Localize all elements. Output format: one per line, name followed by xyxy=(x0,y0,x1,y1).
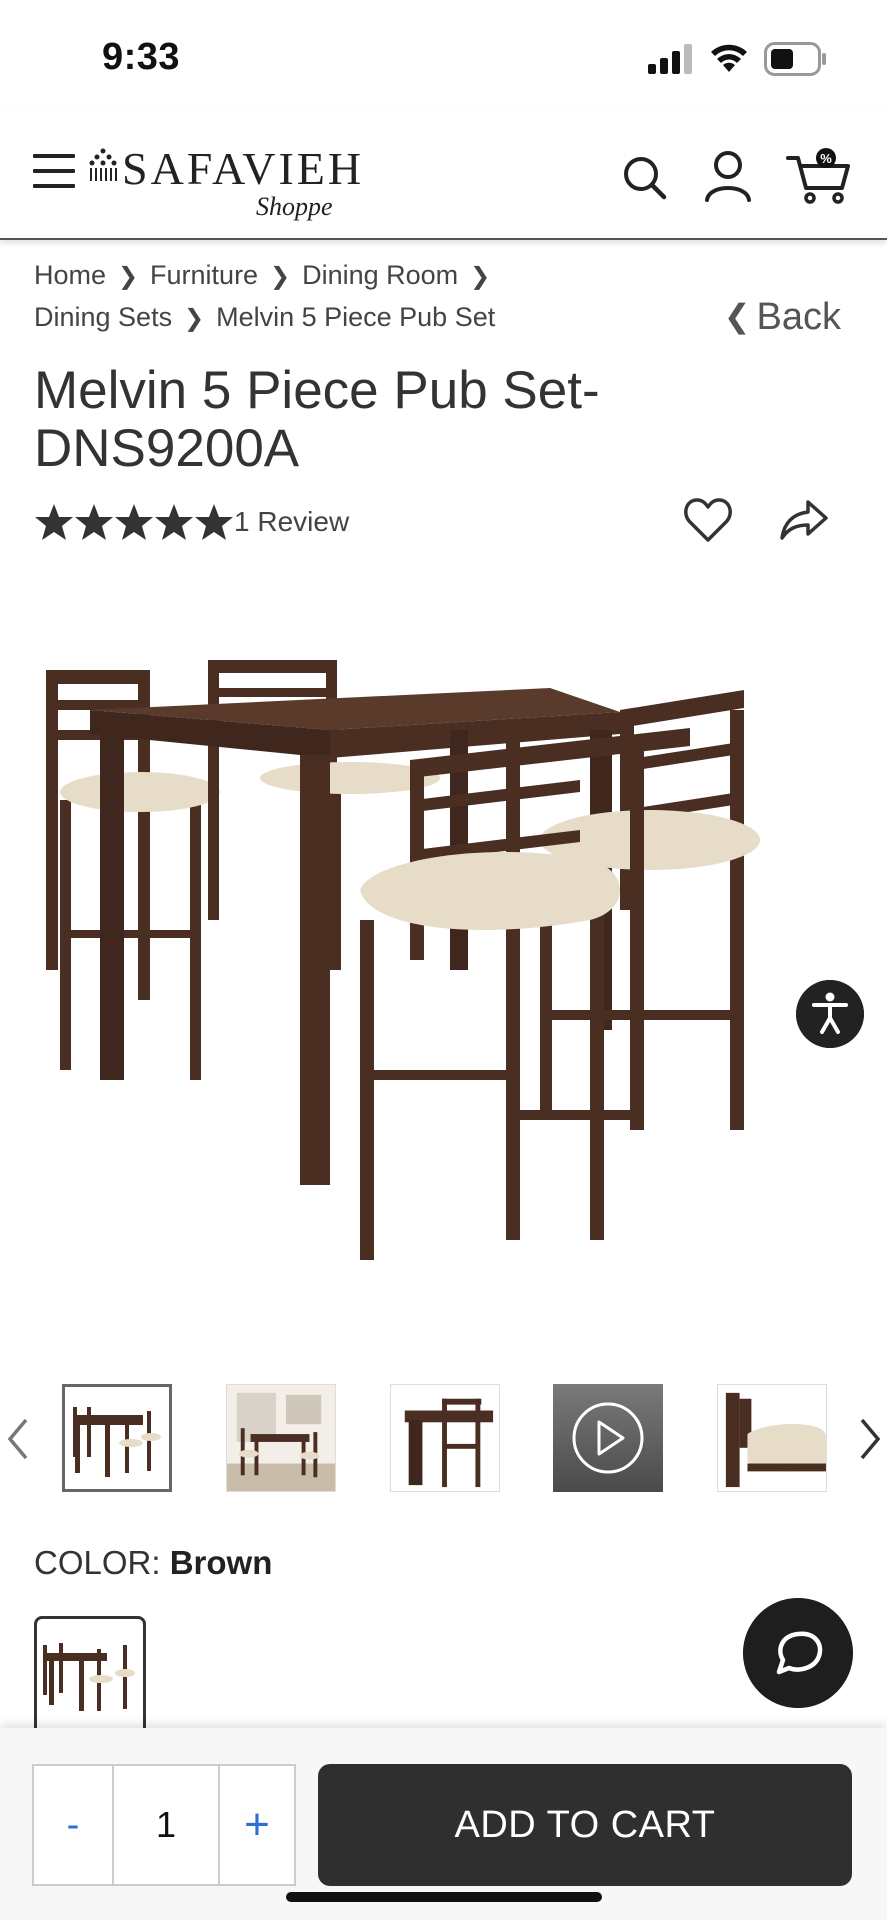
status-bar: 9:33 xyxy=(0,0,887,110)
chevron-right-icon: ❯ xyxy=(470,263,491,290)
search-icon[interactable] xyxy=(620,148,670,204)
logo-mark-icon xyxy=(89,148,117,181)
product-title-line2: DNS9200A xyxy=(34,419,300,478)
breadcrumb-current: Melvin 5 Piece Pub Set xyxy=(216,302,496,332)
chat-icon[interactable] xyxy=(743,1598,853,1708)
chevron-left-icon: ❮ xyxy=(723,298,751,334)
accessibility-icon[interactable] xyxy=(796,980,864,1048)
product-title: Melvin 5 Piece Pub Set- DNS9200A xyxy=(34,362,834,478)
thumbnail-2[interactable] xyxy=(226,1384,336,1492)
safavieh-logo[interactable]: SAFAVIEH Shoppe xyxy=(88,134,361,224)
logo-subtext: Shoppe xyxy=(256,192,333,221)
swatch-image xyxy=(43,1643,135,1711)
share-icon[interactable] xyxy=(778,496,830,544)
color-selector-label: COLOR: Brown xyxy=(34,1544,272,1582)
thumbnail-image xyxy=(725,1392,826,1488)
chevron-right-icon: ❯ xyxy=(270,263,291,290)
menu-icon[interactable] xyxy=(33,154,75,190)
chevron-right-icon[interactable] xyxy=(856,1414,886,1464)
thumbnail-video[interactable] xyxy=(553,1384,663,1492)
breadcrumb-dining-room[interactable]: Dining Room xyxy=(302,255,458,295)
battery-icon xyxy=(764,42,826,76)
product-title-line1: Melvin 5 Piece Pub Set- xyxy=(34,361,600,420)
star-icon xyxy=(195,504,233,540)
increase-quantity-button[interactable]: + xyxy=(220,1766,294,1884)
status-time: 9:33 xyxy=(102,36,181,78)
star-icon xyxy=(155,504,193,540)
thumbnail-3[interactable] xyxy=(390,1384,500,1492)
user-icon[interactable] xyxy=(703,148,753,204)
breadcrumb: Home ❯ Furniture ❯ Dining Room ❯ Dining Sets ❯… xyxy=(34,255,724,339)
color-label: COLOR: xyxy=(34,1544,161,1581)
review-count[interactable]: 1 Review xyxy=(234,506,349,538)
product-rating[interactable]: 1 Review xyxy=(34,502,349,542)
thumbnail-image xyxy=(404,1398,494,1488)
thumbnail-5[interactable] xyxy=(717,1384,827,1492)
play-icon xyxy=(572,1402,644,1474)
star-icon xyxy=(75,504,113,540)
quantity-stepper: - 1 + xyxy=(32,1764,296,1886)
chevron-right-icon: ❯ xyxy=(184,305,205,332)
breadcrumb-home[interactable]: Home xyxy=(34,255,106,295)
cellular-signal-icon xyxy=(648,44,692,74)
chevron-left-icon[interactable] xyxy=(2,1414,32,1464)
color-swatch-brown[interactable] xyxy=(34,1616,146,1736)
cart-badge: % xyxy=(820,151,832,166)
add-to-cart-button[interactable]: ADD TO CART xyxy=(318,1764,852,1886)
cart-icon[interactable]: % xyxy=(786,148,852,204)
back-label: Back xyxy=(756,296,841,338)
thumbnail-image xyxy=(227,1385,335,1491)
product-main-image[interactable] xyxy=(30,630,860,1290)
color-value: Brown xyxy=(169,1544,273,1581)
decrease-quantity-button[interactable]: - xyxy=(34,1766,114,1884)
wifi-icon xyxy=(711,44,747,72)
star-icon xyxy=(35,504,73,540)
quantity-input[interactable]: 1 xyxy=(114,1766,220,1884)
thumbnail-image xyxy=(73,1407,161,1477)
back-link[interactable]: ❮ Back xyxy=(724,296,841,339)
chevron-right-icon: ❯ xyxy=(117,263,139,290)
thumbnail-carousel xyxy=(0,1384,887,1494)
heart-icon[interactable] xyxy=(682,494,734,546)
thumbnail-1[interactable] xyxy=(62,1384,172,1492)
breadcrumb-furniture[interactable]: Furniture xyxy=(150,255,258,295)
breadcrumb-dining-sets[interactable]: Dining Sets xyxy=(34,297,172,337)
home-indicator xyxy=(286,1892,602,1902)
site-header: SAFAVIEH Shoppe % xyxy=(0,110,887,240)
star-icon xyxy=(115,504,153,540)
logo-text: SAFAVIEH xyxy=(122,143,365,194)
